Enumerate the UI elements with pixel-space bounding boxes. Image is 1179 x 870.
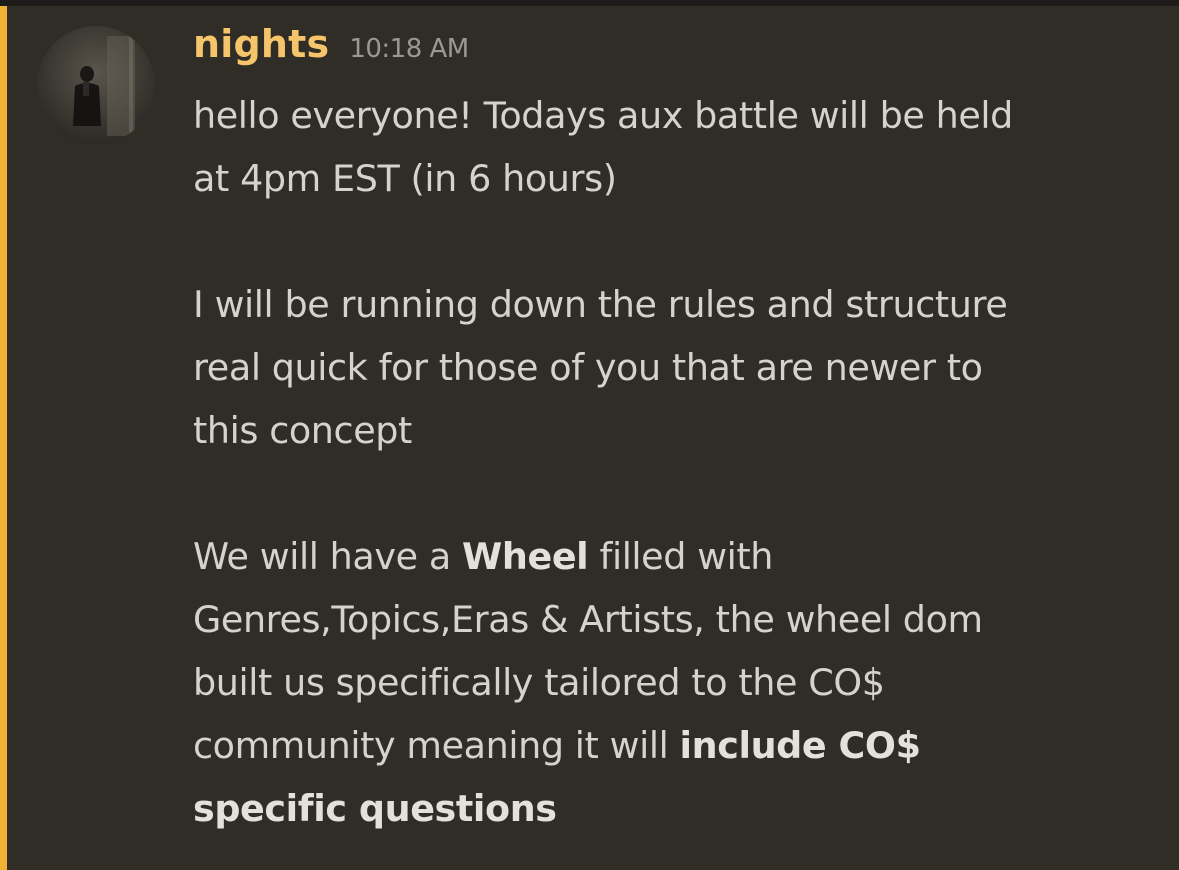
text-segment: We will have a xyxy=(193,535,463,578)
text-line: this concept xyxy=(193,409,412,452)
text-line: I will be running down the rules and str… xyxy=(193,283,1008,326)
text-line: at 4pm EST (in 6 hours) xyxy=(193,157,617,200)
message-header: nights 10:18 AM xyxy=(193,22,469,66)
message-paragraph-2: I will be running down the rules and str… xyxy=(193,273,1168,462)
text-line: Genres,Topics,Eras & Artists, the wheel … xyxy=(193,598,983,641)
message-content: hello everyone! Todays aux battle will b… xyxy=(193,84,1168,840)
text-line: community meaning it will include CO$ xyxy=(193,714,1168,777)
username[interactable]: nights xyxy=(193,22,329,66)
bold-text-wheel: Wheel xyxy=(462,535,589,578)
message-paragraph-1: hello everyone! Todays aux battle will b… xyxy=(193,84,1168,210)
text-segment: filled with xyxy=(588,535,774,578)
chat-message: nights 10:18 AM hello everyone! Todays au… xyxy=(7,6,1179,870)
user-avatar[interactable] xyxy=(37,26,155,144)
text-line: We will have a Wheel filled with xyxy=(193,525,1168,588)
text-line: built us specifically tailored to the CO… xyxy=(193,661,885,704)
mention-highlight-bar xyxy=(0,6,7,870)
bold-text-include: include CO$ xyxy=(679,724,921,767)
text-line: real quick for those of you that are new… xyxy=(193,346,983,389)
text-segment: community meaning it will xyxy=(193,724,680,767)
text-line: specific questions xyxy=(193,777,1168,840)
message-timestamp: 10:18 AM xyxy=(349,34,469,64)
bold-text-specific: specific questions xyxy=(193,787,557,830)
message-paragraph-3: We will have a Wheel filled with Genres,… xyxy=(193,525,1168,840)
avatar-photo-icon xyxy=(37,26,155,144)
text-line: hello everyone! Todays aux battle will b… xyxy=(193,94,1013,137)
